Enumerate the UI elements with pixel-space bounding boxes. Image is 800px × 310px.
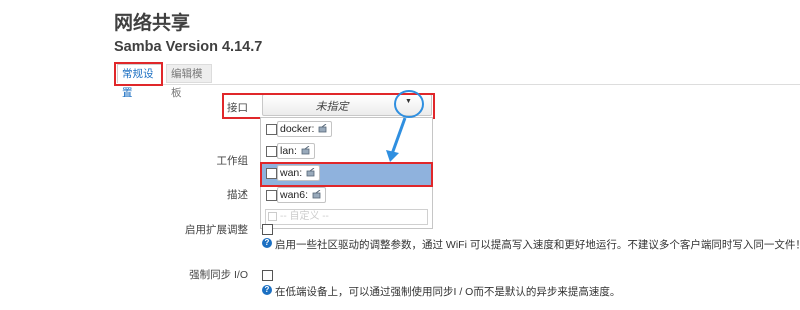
network-icon	[312, 190, 321, 199]
option-checkbox[interactable]	[266, 124, 277, 135]
tab-edit-template[interactable]: 编辑模板	[166, 64, 212, 99]
option-checkbox[interactable]	[266, 190, 277, 201]
option-checkbox[interactable]	[266, 146, 277, 157]
option-label: docker:	[280, 123, 315, 135]
extended-tweaks-checkbox[interactable]	[262, 224, 273, 235]
sync-io-checkbox[interactable]	[262, 270, 273, 281]
workgroup-label: 工作组	[216, 155, 249, 167]
annotation-arrow-icon	[386, 90, 424, 162]
help-icon: ?	[262, 238, 272, 248]
option-wan6[interactable]: wan6:	[262, 185, 431, 207]
extended-tweaks-help: 启用一些社区驱动的调整参数，通过 WiFi 可以提高写入速度和更好地运行。不建议…	[275, 239, 800, 251]
option-checkbox[interactable]	[268, 211, 277, 221]
help-icon: ?	[262, 285, 272, 295]
option-label: lan:	[280, 145, 297, 157]
page-title: 网络共享	[114, 13, 191, 34]
tab-divider	[114, 84, 800, 85]
network-icon	[301, 146, 310, 155]
sync-io-help: 在低端设备上，可以通过强制使用同步I / O而不是默认的异步来提高速度。	[275, 286, 621, 298]
description-label: 描述	[227, 189, 248, 201]
sync-io-label: 强制同步 I/O	[189, 269, 248, 281]
tab-highlight-box	[114, 62, 163, 86]
option-pill: docker:	[277, 121, 333, 137]
custom-placeholder: -- 自定义 --	[280, 211, 329, 222]
custom-interface-input[interactable]: -- 自定义 --	[265, 209, 428, 225]
network-icon	[319, 124, 327, 133]
option-custom[interactable]: -- 自定义 --	[262, 207, 431, 229]
page-subtitle: Samba Version 4.14.7	[114, 39, 263, 55]
option-pill: wan6:	[277, 187, 327, 203]
option-pill: lan:	[277, 143, 315, 159]
option-label: wan6:	[280, 189, 309, 201]
extended-tweaks-label: 启用扩展调整	[185, 224, 248, 236]
